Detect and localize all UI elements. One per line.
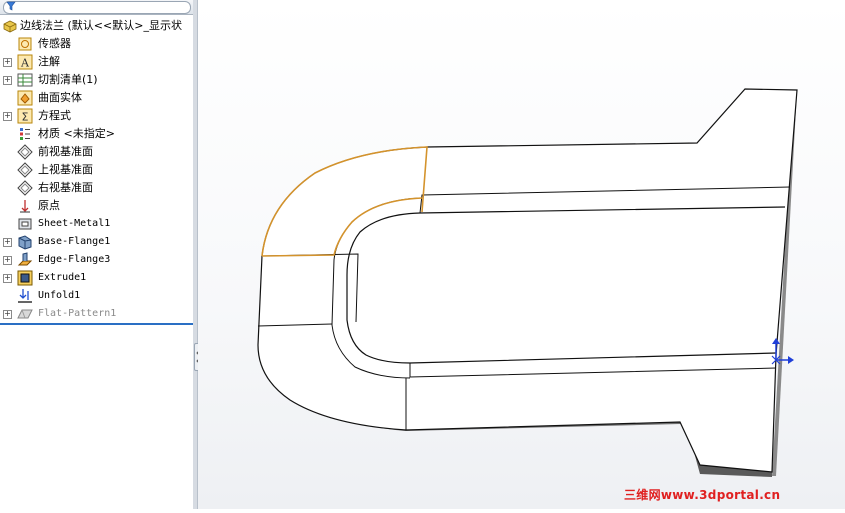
sheet-metal-model[interactable] (198, 0, 845, 509)
tree-item-label: 上视基准面 (38, 163, 93, 176)
tree-item-label: Base-Flange1 (38, 236, 111, 247)
expand-toggle[interactable]: + (3, 112, 12, 121)
expand-toggle[interactable]: + (3, 58, 12, 67)
tree-item-label: 材质 <未指定> (38, 127, 115, 140)
tree-item-sensors[interactable]: 传感器 (0, 35, 193, 53)
annotation-icon: A (17, 54, 33, 70)
part-icon (3, 20, 17, 33)
tree-filter-bar[interactable] (0, 0, 193, 15)
tree-item-right-plane[interactable]: 右视基准面 (0, 179, 193, 197)
tree-item-top-plane[interactable]: 上视基准面 (0, 161, 193, 179)
plane-icon (17, 180, 33, 196)
plane-icon (17, 162, 33, 178)
plane-icon (17, 144, 33, 160)
filter-input[interactable] (3, 1, 191, 14)
material-icon (20, 128, 30, 140)
tree-item-surface-bodies[interactable]: 曲面实体 (0, 89, 193, 107)
tree-item-cut-list[interactable]: + 切割清单(1) (0, 71, 193, 89)
tree-root-label: 边线法兰 (默认<<默认>_显示状 (20, 19, 182, 32)
flat-pattern-icon (17, 309, 33, 319)
tree-item-label: Extrude1 (38, 272, 87, 283)
expand-toggle[interactable]: + (3, 310, 12, 319)
extrude-icon (17, 270, 33, 286)
expand-toggle[interactable]: + (3, 238, 12, 247)
rollback-bar[interactable] (0, 323, 193, 325)
tree-item-label: 曲面实体 (38, 91, 82, 104)
tree-item-annotations[interactable]: + A 注解 (0, 53, 193, 71)
tree-item-label: 右视基准面 (38, 181, 93, 194)
graphics-area[interactable] (198, 0, 845, 509)
expand-toggle[interactable]: + (3, 256, 12, 265)
watermark-text: 三维网www.3dportal.cn (624, 488, 781, 502)
expand-toggle[interactable]: + (3, 76, 12, 85)
tree-item-origin[interactable]: 原点 (0, 197, 193, 215)
tree-item-label: 前视基准面 (38, 145, 93, 158)
tree-item-material[interactable]: 材质 <未指定> (0, 125, 193, 143)
equation-icon: Σ (17, 108, 33, 124)
sheet-metal-icon (18, 218, 32, 230)
tree-item-label: 方程式 (38, 109, 71, 122)
tree-item-extrude[interactable]: + Extrude1 (0, 269, 193, 287)
tree-item-edge-flange[interactable]: + Edge-Flange3 (0, 251, 193, 269)
tree-item-base-flange[interactable]: + Base-Flange1 (0, 233, 193, 251)
tree-item-equations[interactable]: + Σ 方程式 (0, 107, 193, 125)
origin-icon (20, 200, 30, 213)
tree-root-part[interactable]: 边线法兰 (默认<<默认>_显示状 (0, 17, 193, 35)
tree-item-label: Flat-Pattern1 (38, 308, 117, 319)
cut-list-icon (17, 73, 33, 87)
base-flange-icon (18, 235, 32, 250)
tree-item-sheet-metal[interactable]: Sheet-Metal1 (0, 215, 193, 233)
expand-toggle[interactable]: + (3, 274, 12, 283)
svg-text:A: A (20, 57, 30, 70)
part-top-face (257, 88, 798, 473)
tree-item-label: Edge-Flange3 (38, 254, 111, 265)
tree-item-label: 切割清单(1) (38, 73, 98, 86)
sensor-icon (18, 37, 32, 51)
tree-item-label: 注解 (38, 55, 60, 68)
feature-manager-tree: 边线法兰 (默认<<默认>_显示状 传感器 + A 注解 + 切割清单(1) 曲… (0, 0, 194, 509)
tree-item-front-plane[interactable]: 前视基准面 (0, 143, 193, 161)
edge-flange-icon (17, 252, 33, 266)
svg-text:Σ: Σ (22, 111, 29, 124)
tree-item-unfold[interactable]: Unfold1 (0, 287, 193, 305)
tree-item-label: 原点 (38, 199, 60, 212)
tree-item-label: Unfold1 (38, 290, 81, 301)
tree-item-label: 传感器 (38, 37, 71, 50)
filter-icon[interactable] (6, 1, 16, 11)
tree-item-label: Sheet-Metal1 (38, 218, 111, 229)
tree-item-flat-pattern[interactable]: + Flat-Pattern1 (0, 305, 193, 323)
surface-body-icon (17, 90, 33, 106)
unfold-icon (18, 289, 32, 303)
